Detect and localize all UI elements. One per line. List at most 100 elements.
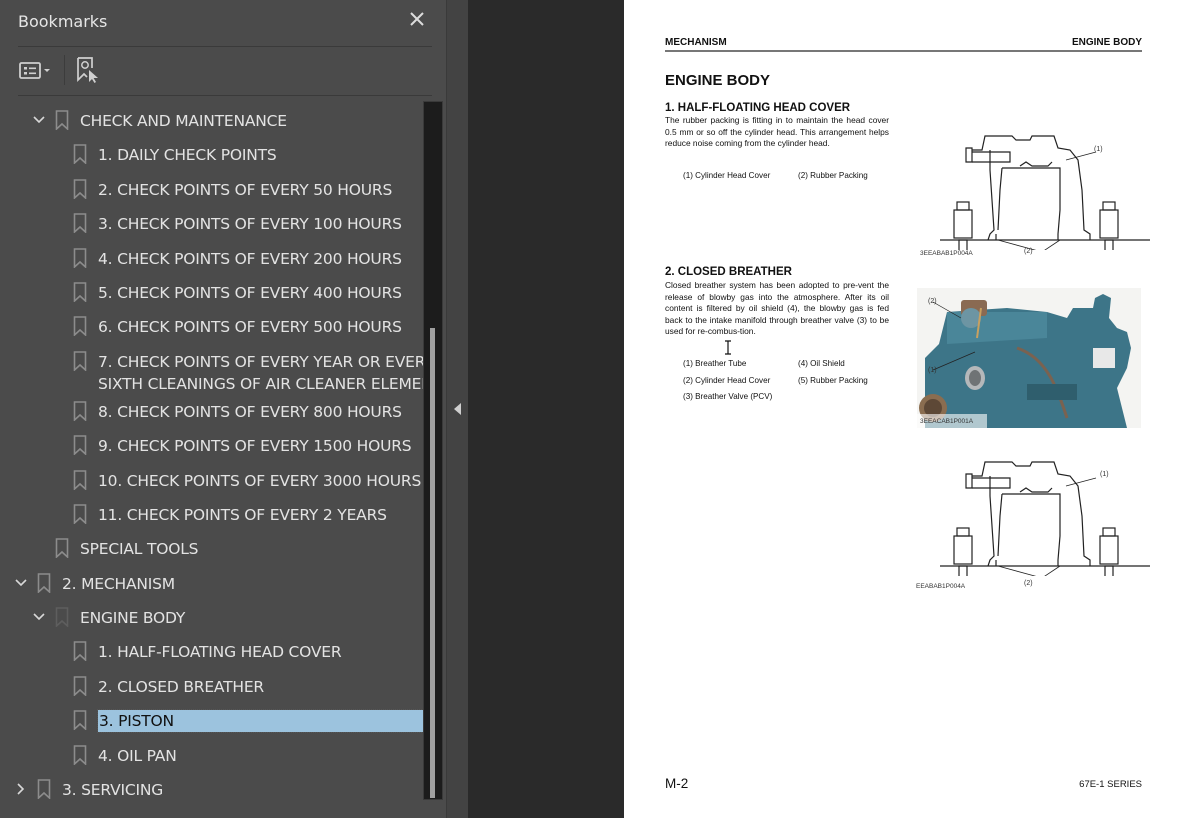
chevron-down-icon[interactable]: [32, 113, 46, 127]
head-cover-diagram: [940, 461, 1150, 576]
bookmark-item[interactable]: 3. PISTON: [0, 704, 424, 738]
bookmark-item[interactable]: ENGINE BODY: [0, 601, 424, 635]
bookmark-item[interactable]: 4. CHECK POINTS OF EVERY 200 HOURS: [0, 242, 424, 276]
figure-caption: (1) Cylinder Head Cover: [683, 171, 771, 180]
bookmark-icon: [73, 213, 87, 234]
bookmark-label: 3. PISTON: [97, 709, 424, 734]
bookmark-icon: [37, 572, 51, 593]
page-number: M-2: [665, 776, 689, 791]
bookmark-label: 9. CHECK POINTS OF EVERY 1500 HOURS: [98, 437, 412, 456]
callout-label: (1): [928, 367, 937, 374]
scrollbar[interactable]: [423, 101, 443, 800]
bookmark-label: 11. CHECK POINTS OF EVERY 2 YEARS: [98, 505, 387, 524]
bookmark-icon: [55, 538, 69, 559]
bookmark-item[interactable]: 7. CHECK POINTS OF EVERY YEAR OR EVERY SI…: [0, 345, 442, 395]
bookmark-label: 1. HALF-FLOATING HEAD COVER: [98, 643, 342, 662]
bookmark-label: 8. CHECK POINTS OF EVERY 800 HOURS: [98, 402, 402, 421]
bookmark-icon: [73, 744, 87, 765]
find-current-bookmark-button[interactable]: [75, 56, 101, 84]
bookmark-item[interactable]: 3. CHECK POINTS OF EVERY 100 HOURS: [0, 207, 424, 241]
engine-photo: [917, 288, 1141, 428]
figure-caption: (4) Oil Shield: [798, 359, 845, 368]
figure-caption: (3) Breather Valve (PCV): [683, 392, 773, 401]
text-cursor-icon: [725, 340, 731, 355]
running-header-right: ENGINE BODY: [1071, 37, 1142, 48]
bookmark-label: CHECK AND MAINTENANCE: [80, 112, 287, 130]
bookmark-item[interactable]: 6. CHECK POINTS OF EVERY 500 HOURS: [0, 310, 424, 344]
scrollbar-thumb[interactable]: [430, 328, 435, 798]
bookmark-icon: [73, 144, 87, 165]
callout-label: (2): [1024, 248, 1033, 255]
bookmark-item[interactable]: 3. SERVICING: [0, 773, 424, 807]
callout-label: (2): [928, 298, 937, 305]
bookmark-tree: CHECK AND MAINTENANCE 1. DAILY CHECK POIN…: [0, 104, 442, 807]
bookmark-item[interactable]: 5. CHECK POINTS OF EVERY 400 HOURS: [0, 276, 424, 310]
page-title: ENGINE BODY: [665, 72, 771, 89]
bookmark-label: 5. CHECK POINTS OF EVERY 400 HOURS: [98, 283, 402, 302]
toolbar-divider: [64, 55, 65, 85]
bookmark-item[interactable]: 1. DAILY CHECK POINTS: [0, 138, 424, 172]
bookmark-find-current-icon: [77, 57, 98, 83]
bookmark-label: SPECIAL TOOLS: [80, 540, 199, 559]
bookmark-item[interactable]: 2. CLOSED BREATHER: [0, 670, 424, 704]
callout-label: (1): [1094, 146, 1103, 153]
bookmark-icon: [73, 350, 87, 371]
close-panel-button[interactable]: [406, 8, 428, 30]
bookmark-item[interactable]: 1. HALF-FLOATING HEAD COVER: [0, 635, 424, 669]
pdf-page: MECHANISM ENGINE BODY ENGINE BODY 1. HAL…: [624, 0, 1200, 818]
header-rule: [665, 50, 1142, 52]
bookmark-item[interactable]: 11. CHECK POINTS OF EVERY 2 YEARS: [0, 498, 424, 532]
callout-label: (1): [1100, 471, 1109, 478]
section-body: The rubber packing is fitting in to main…: [665, 115, 889, 149]
bookmark-item[interactable]: SPECIAL TOOLS: [0, 532, 424, 566]
bookmark-icon: [55, 110, 69, 130]
bookmark-label-continued: SIXTH CLEANINGS OF AIR CLEANER ELEMENT: [98, 374, 442, 393]
chevron-down-icon[interactable]: [32, 610, 46, 624]
bookmark-item[interactable]: 4. OIL PAN: [0, 739, 424, 773]
list-options-icon: [19, 62, 41, 79]
bookmark-label: 4. OIL PAN: [98, 746, 177, 765]
bookmark-item[interactable]: CHECK AND MAINTENANCE: [0, 104, 424, 138]
bookmark-item[interactable]: 10. CHECK POINTS OF EVERY 3000 HOURS: [0, 464, 424, 498]
head-cover-diagram: [940, 135, 1150, 250]
figure-caption: (1) Breather Tube: [683, 359, 747, 368]
bookmarks-toolbar: [18, 55, 101, 85]
options-menu-button[interactable]: [18, 59, 52, 81]
bookmark-icon: [73, 178, 87, 199]
document-viewer-background: [468, 0, 624, 818]
figure-caption: (5) Rubber Packing: [798, 376, 868, 385]
bookmark-label: 2. CLOSED BREATHER: [98, 677, 264, 696]
bookmark-label: 6. CHECK POINTS OF EVERY 500 HOURS: [98, 318, 402, 337]
bookmark-icon: [73, 641, 87, 662]
chevron-right-icon[interactable]: [14, 782, 28, 796]
bookmark-label: 7. CHECK POINTS OF EVERY YEAR OR EVERY: [98, 352, 434, 371]
bookmark-icon: [55, 607, 69, 628]
caret-down-icon: [44, 69, 50, 72]
bookmark-item[interactable]: 2. CHECK POINTS OF EVERY 50 HOURS: [0, 173, 424, 207]
bookmark-icon: [73, 282, 87, 302]
bookmark-label: 1. DAILY CHECK POINTS: [98, 146, 277, 165]
chevron-down-icon[interactable]: [14, 576, 28, 590]
bookmark-item[interactable]: 8. CHECK POINTS OF EVERY 800 HOURS: [0, 395, 424, 429]
bookmark-icon: [73, 435, 87, 456]
bookmark-label: 3. CHECK POINTS OF EVERY 100 HOURS: [98, 215, 402, 234]
bookmark-label: 2. CHECK POINTS OF EVERY 50 HOURS: [98, 180, 393, 199]
bookmark-label: ENGINE BODY: [80, 609, 186, 628]
close-icon: [410, 12, 424, 26]
section-body: Closed breather system has been adopted …: [665, 280, 889, 337]
panel-title: Bookmarks: [18, 12, 108, 31]
bookmark-icon: [73, 400, 87, 421]
bookmark-item[interactable]: 9. CHECK POINTS OF EVERY 1500 HOURS: [0, 429, 424, 463]
bookmark-label: 10. CHECK POINTS OF EVERY 3000 HOURS: [98, 471, 422, 490]
bookmark-icon: [37, 779, 51, 800]
bookmark-icon: [73, 247, 87, 268]
bookmarks-panel: Bookmarks CHECK AND MAINTENANCE 1. DAILY…: [0, 0, 447, 818]
bookmark-item[interactable]: 2. MECHANISM: [0, 567, 424, 601]
bookmark-icon: [73, 676, 87, 696]
divider: [18, 46, 432, 47]
running-header-left: MECHANISM: [665, 37, 727, 48]
divider: [18, 95, 432, 96]
bookmark-icon: [73, 469, 87, 490]
section-heading: 2. CLOSED BREATHER: [665, 266, 792, 278]
collapse-panel-handle[interactable]: [447, 0, 468, 818]
